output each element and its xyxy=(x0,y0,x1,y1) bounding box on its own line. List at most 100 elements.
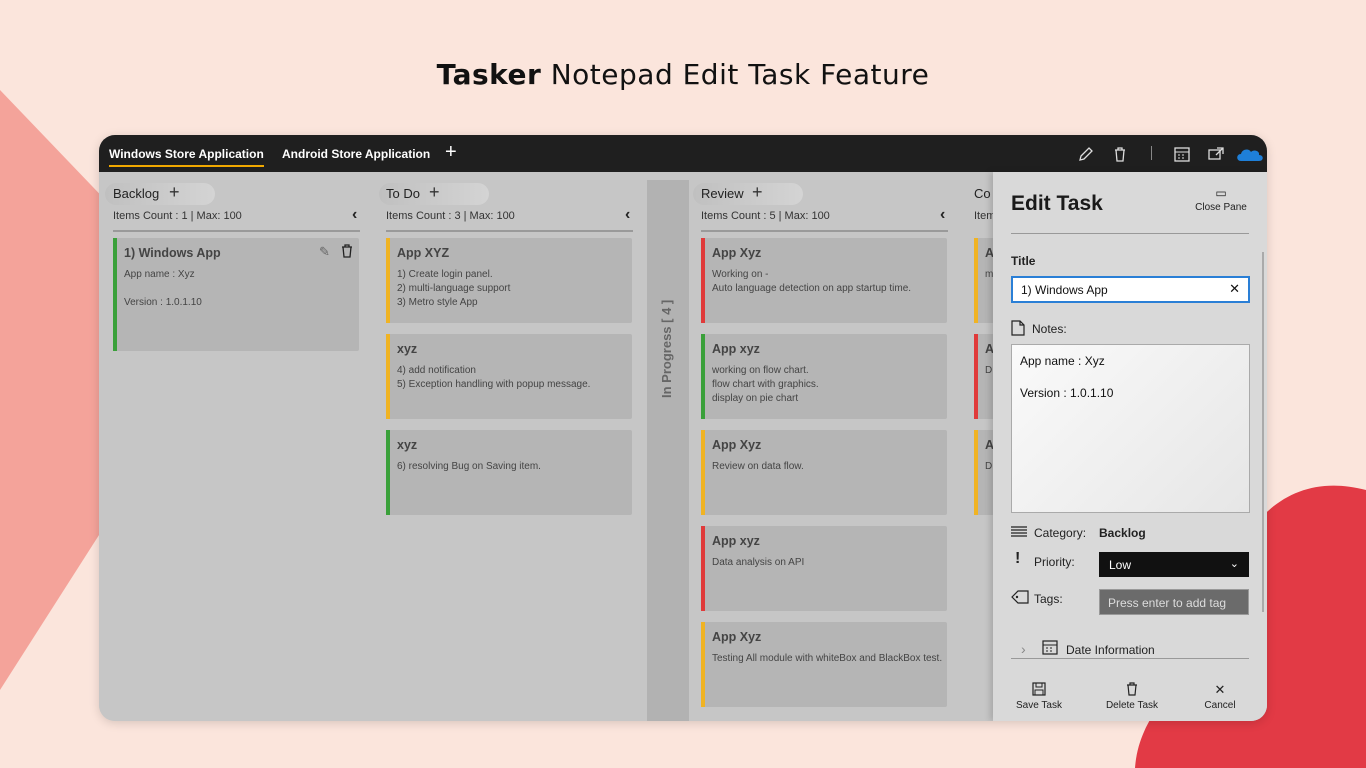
card-color-bar xyxy=(701,622,705,707)
add-card-todo-icon[interactable]: + xyxy=(429,182,440,203)
card-color-bar xyxy=(974,238,978,323)
delete-icon[interactable] xyxy=(1111,145,1129,163)
close-icon: ✕ xyxy=(1214,682,1226,697)
save-task-label: Save Task xyxy=(1016,700,1062,711)
add-card-backlog-icon[interactable]: + xyxy=(169,182,180,203)
headline-brand: Tasker xyxy=(436,58,542,91)
tag-icon xyxy=(1011,590,1029,609)
card-title: App xyz xyxy=(712,534,760,548)
card-color-bar xyxy=(701,238,705,323)
column-divider xyxy=(386,230,633,232)
title-input-value: 1) Windows App xyxy=(1021,283,1108,297)
card-color-bar xyxy=(701,430,705,515)
card-color-bar xyxy=(974,334,978,419)
card-review-5[interactable]: App Xyz Testing All module with whiteBox… xyxy=(701,622,947,707)
card-title: App Xyz xyxy=(712,438,762,452)
cloud-icon[interactable] xyxy=(1235,145,1265,163)
card-color-bar xyxy=(701,526,705,611)
notes-icon xyxy=(1011,320,1025,341)
trash-icon xyxy=(1097,682,1167,698)
column-divider xyxy=(701,230,948,232)
card-review-2[interactable]: App xyz working on flow chart. flow char… xyxy=(701,334,947,419)
save-task-button[interactable]: Save Task xyxy=(1004,682,1074,711)
priority-select[interactable]: Low ⌄ xyxy=(1099,552,1249,577)
page-headline: Tasker Notepad Edit Task Feature xyxy=(0,58,1366,91)
category-list-icon xyxy=(1011,525,1027,543)
notes-textarea[interactable]: App name : Xyz Version : 1.0.1.10 xyxy=(1011,344,1250,513)
card-title: xyz xyxy=(397,438,418,452)
panel-title: Edit Task xyxy=(1011,192,1103,215)
card-body: 1) Create login panel. 2) multi-language… xyxy=(397,269,511,308)
add-card-review-icon[interactable]: + xyxy=(752,182,763,203)
card-color-bar xyxy=(701,334,705,419)
delete-task-label: Delete Task xyxy=(1105,700,1159,711)
clear-title-icon[interactable]: ✕ xyxy=(1229,281,1240,297)
card-color-bar xyxy=(974,430,978,515)
chevron-down-icon: ⌄ xyxy=(1229,558,1239,570)
headline-rest: Notepad Edit Task Feature xyxy=(541,58,930,91)
cancel-label: Cancel xyxy=(1204,700,1236,711)
date-information-expander[interactable]: Date Information xyxy=(1066,643,1155,657)
notes-label: Notes: xyxy=(1032,322,1067,336)
column-title-review: Review xyxy=(701,186,744,201)
panel-divider xyxy=(1011,658,1249,659)
card-body: App name : Xyz Version : 1.0.1.10 xyxy=(124,269,202,308)
calendar-icon[interactable] xyxy=(1173,145,1191,163)
column-divider xyxy=(113,230,360,232)
cancel-button[interactable]: ✕ Cancel xyxy=(1185,682,1255,711)
tags-input[interactable]: Press enter to add tag xyxy=(1099,589,1249,615)
card-body: 4) add notification 5) Exception handlin… xyxy=(397,365,591,390)
column-title-backlog: Backlog xyxy=(113,186,160,201)
tab-android-store[interactable]: Android Store Application xyxy=(282,147,430,161)
edit-task-panel: Edit Task ▭ Close Pane Title 1) Windows … xyxy=(993,172,1267,721)
column-inprogress-collapsed[interactable] xyxy=(647,180,689,721)
card-title: 1) Windows App xyxy=(124,246,221,260)
card-color-bar xyxy=(113,238,117,351)
card-title: xyz xyxy=(397,342,418,356)
delete-task-button[interactable]: Delete Task xyxy=(1097,682,1167,711)
close-pane-icon: ▭ xyxy=(1215,186,1227,200)
card-body: Data analysis on API xyxy=(712,557,805,568)
card-body: Testing All module with whiteBox and Bla… xyxy=(712,653,943,664)
card-body: Review on data flow. xyxy=(712,461,804,472)
card-body: 6) resolving Bug on Saving item. xyxy=(397,461,541,472)
card-review-3[interactable]: App Xyz Review on data flow. xyxy=(701,430,947,515)
card-todo-2[interactable]: xyz 4) add notification 5) Exception han… xyxy=(386,334,632,419)
save-icon xyxy=(1004,682,1074,698)
expand-chevron-icon[interactable]: › xyxy=(1021,641,1026,657)
add-tab-icon[interactable]: + xyxy=(445,141,457,164)
column-title-todo: To Do xyxy=(386,186,420,201)
card-title: App Xyz xyxy=(712,630,762,644)
column-count-todo: Items Count : 3 | Max: 100 xyxy=(386,210,515,222)
priority-select-value: Low xyxy=(1109,558,1132,572)
category-label: Category: xyxy=(1034,526,1087,540)
card-edit-icon[interactable]: ✎ xyxy=(319,244,330,260)
close-pane-button[interactable]: ▭ Close Pane xyxy=(1191,186,1251,213)
collapse-todo-icon[interactable]: ‹ xyxy=(625,206,630,224)
column-count-review: Items Count : 5 | Max: 100 xyxy=(701,210,830,222)
top-bar: Windows Store Application Android Store … xyxy=(99,135,1267,172)
card-delete-icon[interactable] xyxy=(341,244,353,263)
priority-label: Priority: xyxy=(1034,555,1075,569)
card-review-1[interactable]: App Xyz Working on - Auto language detec… xyxy=(701,238,947,323)
tags-input-placeholder: Press enter to add tag xyxy=(1108,596,1227,610)
category-value: Backlog xyxy=(1099,526,1146,540)
card-body: Working on - Auto language detection on … xyxy=(712,269,912,294)
card-backlog-1[interactable]: 1) Windows App App name : Xyz Version : … xyxy=(113,238,359,351)
title-input[interactable]: 1) Windows App ✕ xyxy=(1011,276,1250,303)
card-body: working on flow chart. flow chart with g… xyxy=(712,365,819,404)
card-todo-3[interactable]: xyz 6) resolving Bug on Saving item. xyxy=(386,430,632,515)
date-calendar-icon xyxy=(1042,639,1058,660)
column-title-inprogress: In Progress [ 4 ] xyxy=(659,299,674,398)
edit-icon[interactable] xyxy=(1077,145,1095,163)
panel-scrollbar[interactable] xyxy=(1262,252,1264,612)
card-todo-1[interactable]: App XYZ 1) Create login panel. 2) multi-… xyxy=(386,238,632,323)
card-color-bar xyxy=(386,238,390,323)
collapse-review-icon[interactable]: ‹ xyxy=(940,206,945,224)
export-icon[interactable] xyxy=(1207,145,1225,163)
card-color-bar xyxy=(386,334,390,419)
tab-windows-store[interactable]: Windows Store Application xyxy=(109,147,264,167)
card-review-4[interactable]: App xyz Data analysis on API xyxy=(701,526,947,611)
collapse-backlog-icon[interactable]: ‹ xyxy=(352,206,357,224)
tags-label: Tags: xyxy=(1034,592,1063,606)
